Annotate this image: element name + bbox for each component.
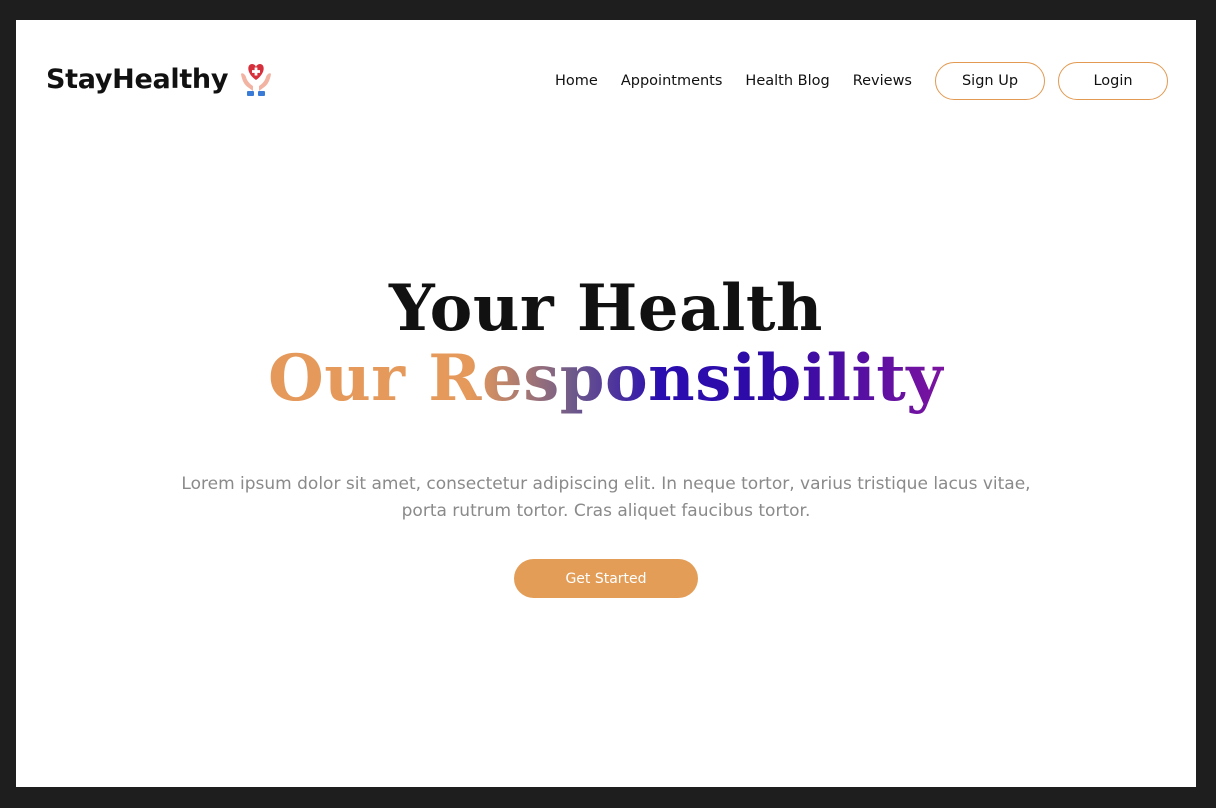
nav-link-reviews[interactable]: Reviews: [853, 73, 912, 89]
nav-link-health-blog[interactable]: Health Blog: [745, 73, 829, 89]
get-started-button[interactable]: Get Started: [514, 559, 698, 598]
nav-links: Home Appointments Health Blog Reviews Si…: [555, 62, 1168, 100]
landing-page: StayHealthy Home Appointments Health Blo…: [16, 20, 1196, 787]
top-navbar: StayHealthy Home Appointments Health Blo…: [16, 20, 1196, 142]
hero-section: Your Health Our Responsibility: [16, 275, 1196, 415]
login-button[interactable]: Login: [1058, 62, 1168, 100]
brand[interactable]: StayHealthy: [46, 60, 274, 98]
nav-link-appointments[interactable]: Appointments: [621, 73, 723, 89]
hero-description: Lorem ipsum dolor sit amet, consectetur …: [181, 474, 1031, 521]
hero-title-line2: Our Responsibility: [268, 341, 944, 416]
hero-title-line1: Your Health: [389, 271, 823, 346]
heart-hands-icon: [241, 64, 272, 96]
brand-name: StayHealthy: [46, 63, 229, 95]
sign-up-button[interactable]: Sign Up: [935, 62, 1045, 100]
nav-link-home[interactable]: Home: [555, 73, 598, 89]
